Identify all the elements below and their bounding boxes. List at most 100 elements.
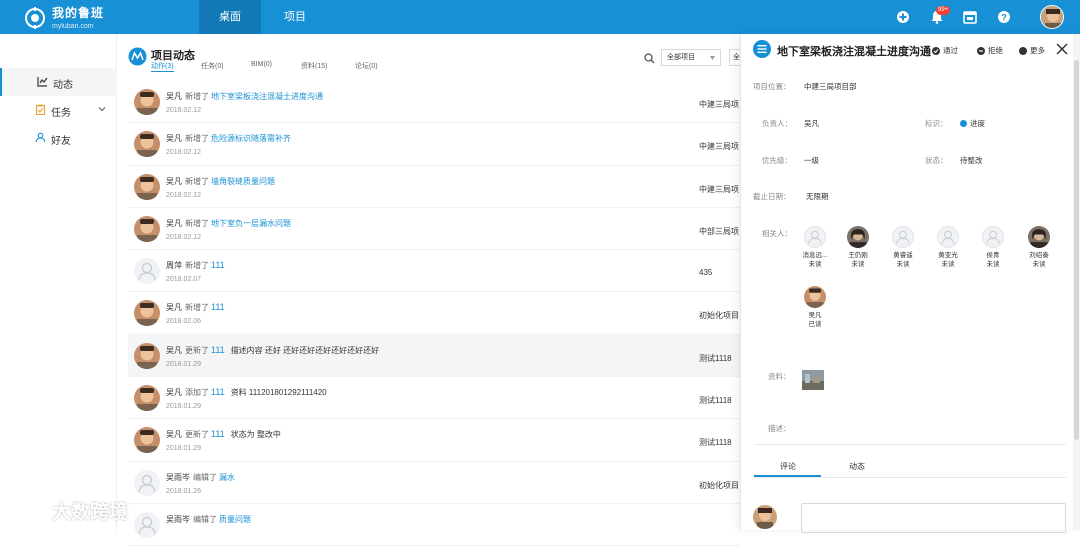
feed-target-link[interactable]: 111 <box>211 302 225 312</box>
tab-documents[interactable]: 资料(15) <box>301 61 327 71</box>
feed-avatar[interactable] <box>134 173 160 200</box>
related-person[interactable]: 黄亚光 未读 <box>928 226 968 269</box>
nav-tab-project[interactable]: 项目 <box>270 0 320 34</box>
feed-avatar[interactable] <box>134 300 160 327</box>
nav-tab-desk[interactable]: 桌面 <box>199 0 261 34</box>
feed-avatar[interactable] <box>134 215 160 242</box>
feed-target-link[interactable]: 地下室负一层漏水问题 <box>211 219 291 228</box>
feed-project[interactable]: 测试1118 <box>699 437 739 448</box>
feed-project[interactable]: 测试1118 <box>699 395 739 406</box>
feed-target-link[interactable]: 墙角裂缝质量问题 <box>211 177 275 186</box>
feed-target-link[interactable]: 漏水 <box>219 473 235 482</box>
attachment-thumbnail[interactable] <box>802 370 824 390</box>
feed-user[interactable]: 吴凡 <box>166 134 182 143</box>
status-value: 待整改 <box>960 156 983 165</box>
tab-bim[interactable]: BIM(0) <box>251 61 272 68</box>
reject-label: 拒绝 <box>988 46 1003 55</box>
feed-target-link[interactable]: 111 <box>211 345 225 355</box>
project-filter-value: 全部项目 <box>667 54 695 61</box>
feed-row[interactable]: 吴雨岑 编辑了 质量问题 <box>128 504 740 546</box>
feed-row[interactable]: 吴雨岑 编辑了 漏水 2018.01.26 初始化项目 <box>128 462 740 504</box>
tab-tasks[interactable]: 任务(0) <box>201 61 224 71</box>
feed-avatar[interactable] <box>134 427 160 454</box>
feed-target-link[interactable]: 危险源标识随落需补齐 <box>211 134 291 143</box>
feed-text: 周萍 新增了 111 <box>166 260 231 271</box>
feed-row[interactable]: 吴凡新增了地下室梁板浇注混凝土进度沟通 2018.02.12 中建三局项目部 <box>128 81 740 124</box>
feed-row[interactable]: 吴凡 新增了 111 2018.02.06 初始化项目 <box>128 292 740 335</box>
feed-user[interactable]: 吴凡 <box>166 430 182 439</box>
feed-action: 新增了 <box>185 303 209 313</box>
feed-row[interactable]: 吴凡 更新了 111 描述内容 还好 还好还好还好还好还好还好 2018.01.29 测试… <box>128 334 740 378</box>
close-icon[interactable] <box>1056 43 1068 55</box>
related-person[interactable]: 侯青 未读 <box>973 226 1013 269</box>
tab-activity[interactable]: 动态 <box>849 461 865 472</box>
person-read-state: 已读 <box>808 321 822 328</box>
feed-user[interactable]: 吴凡 <box>166 346 182 355</box>
scrollbar-thumb[interactable] <box>1074 60 1079 440</box>
feed-user[interactable]: 吴凡 <box>166 388 182 397</box>
tab-forum[interactable]: 论坛(0) <box>355 61 378 71</box>
feed-user[interactable]: 吴凡 <box>166 303 182 312</box>
feed-user[interactable]: 周萍 <box>166 261 182 270</box>
feed-user[interactable]: 吴雨岑 <box>166 515 190 524</box>
project-filter-select[interactable]: 全部项目 <box>661 49 721 66</box>
feed-action: 新增了 <box>185 92 209 101</box>
user-avatar[interactable] <box>1040 5 1064 29</box>
feed-user[interactable]: 吴凡 <box>166 219 182 228</box>
tab-actions[interactable]: 动作(3) <box>151 61 174 72</box>
feed-row[interactable]: 吴凡新增了危险源标识随落需补齐 2018.02.12 中建三局项目部 <box>128 123 740 166</box>
feed-action: 编辑了 <box>193 514 217 524</box>
app-logo[interactable]: 我的鲁班 myluban.com <box>24 5 104 30</box>
tab-comment[interactable]: 评论 <box>780 461 796 472</box>
feed-user[interactable]: 吴凡 <box>166 92 182 101</box>
add-icon[interactable] <box>896 10 910 24</box>
related-person[interactable]: 王仍刚 未读 <box>838 226 878 269</box>
feed-row[interactable]: 吴凡 更新了 111 状态为 整改中 2018.01.29 测试1118 <box>128 419 740 462</box>
feed-avatar[interactable] <box>134 342 160 369</box>
feed-project[interactable]: 中建三局项目部 <box>699 99 739 110</box>
feed-project[interactable]: 435 <box>699 268 739 277</box>
related-person[interactable]: 消息远... 未读 <box>795 226 835 269</box>
feed-target-link[interactable]: 111 <box>211 387 225 397</box>
feed-avatar[interactable] <box>134 511 160 538</box>
feed-target-link[interactable]: 质量问题 <box>219 515 251 524</box>
person-read-state: 未读 <box>941 261 955 268</box>
feed-project[interactable]: 中建三局项目部 <box>699 141 739 152</box>
feed-project[interactable]: 初始化项目 <box>699 310 739 321</box>
sidebar-item-tasks[interactable]: 任务 <box>0 96 117 124</box>
search-icon[interactable] <box>644 53 655 64</box>
related-person[interactable]: 黄睿遥 未读 <box>883 226 923 269</box>
feed-target-link[interactable]: 111 <box>211 260 225 270</box>
friends-icon <box>35 132 46 143</box>
related-person[interactable]: 吴凡 已读 <box>795 286 835 329</box>
caret-down-icon <box>710 56 715 60</box>
feed-user[interactable]: 吴雨岑 <box>166 473 190 482</box>
feed-avatar[interactable] <box>134 258 160 285</box>
reject-button[interactable]: 拒绝 <box>977 45 1003 56</box>
priority-label: 优先级： <box>762 156 792 165</box>
feed-avatar[interactable] <box>134 385 160 412</box>
feed-project[interactable]: 中部三局项目部 <box>699 226 739 237</box>
sidebar-item-activity[interactable]: 动态 <box>0 68 117 96</box>
pass-button[interactable]: 通过 <box>932 45 958 56</box>
comment-input[interactable] <box>801 503 1066 533</box>
calendar-icon[interactable] <box>963 10 977 24</box>
related-person[interactable]: 刘绍奏 未读 <box>1019 226 1059 269</box>
feed-row[interactable]: 吴凡新增了地下室负一层漏水问题 2018.02.12 中部三局项目部 <box>128 208 740 251</box>
feed-avatar[interactable] <box>134 89 160 115</box>
feed-avatar[interactable] <box>134 469 160 496</box>
chevron-down-icon[interactable] <box>98 105 106 113</box>
feed-target-link[interactable]: 地下室梁板浇注混凝土进度沟通 <box>211 92 323 101</box>
sidebar-item-friends[interactable]: 好友 <box>0 124 117 152</box>
feed-project[interactable]: 中建三局项目部 <box>699 184 739 195</box>
more-button[interactable]: 更多 <box>1019 45 1045 56</box>
feed-project[interactable]: 初始化项目 <box>699 480 739 491</box>
feed-row[interactable]: 吴凡新增了墙角裂缝质量问题 2018.02.12 中建三局项目部 <box>128 166 740 208</box>
feed-row[interactable]: 吴凡 添加了 111 资料 111201801292111420 2018.01.29 测… <box>128 377 740 420</box>
feed-row[interactable]: 周萍 新增了 111 2018.02.07 435 <box>128 250 740 293</box>
feed-project[interactable]: 测试1118 <box>699 353 739 364</box>
feed-user[interactable]: 吴凡 <box>166 177 182 186</box>
feed-avatar[interactable] <box>134 131 160 158</box>
help-icon[interactable]: ? <box>997 10 1011 24</box>
feed-target-link[interactable]: 111 <box>211 429 225 439</box>
